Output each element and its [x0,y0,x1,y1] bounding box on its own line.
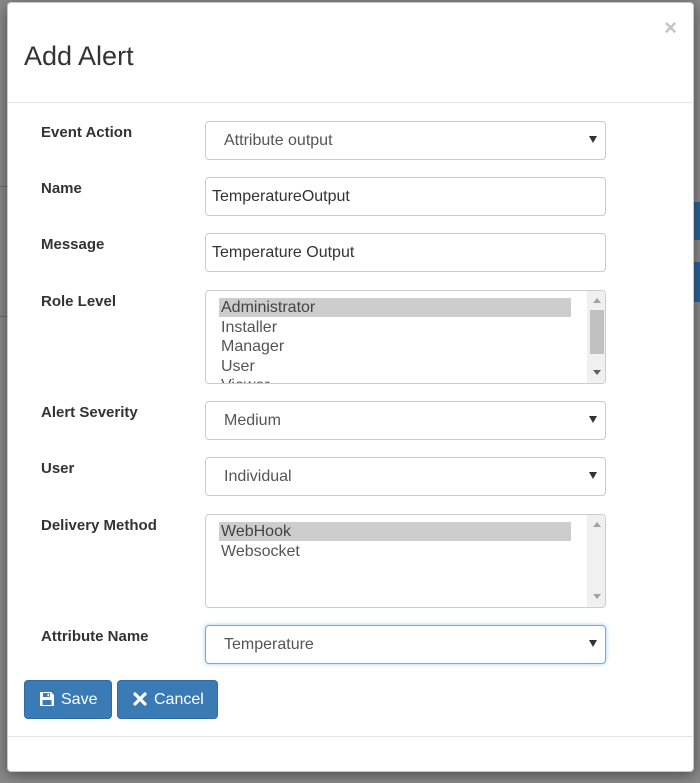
alert-severity-value: Medium [224,412,281,429]
close-icon[interactable]: × [664,17,677,39]
user-select[interactable]: Individual [205,457,606,496]
attribute-name-select[interactable]: Temperature [205,625,606,664]
save-button-label: Save [61,691,98,708]
attribute-name-value: Temperature [224,636,314,653]
delivery-method-scrollbar[interactable] [587,515,605,607]
attribute-name-label: Attribute Name [41,628,149,645]
delivery-method-label: Delivery Method [41,517,157,534]
alert-severity-label: Alert Severity [41,404,138,421]
chevron-down-icon [589,416,597,423]
scroll-up-icon[interactable] [593,522,601,527]
user-label: User [41,460,75,477]
save-button[interactable]: Save [24,680,112,719]
delivery-option-websocket[interactable]: Websocket [219,542,571,561]
floppy-disk-icon [40,692,54,706]
role-option-manager[interactable]: Manager [219,337,571,356]
delivery-method-listbox[interactable]: WebHook Websocket [205,514,606,608]
scroll-thumb[interactable] [590,310,604,354]
role-option-installer[interactable]: Installer [219,318,571,337]
scroll-down-icon[interactable] [593,370,601,375]
x-icon [133,692,147,706]
cancel-button[interactable]: Cancel [117,680,218,719]
event-action-label: Event Action [41,124,133,141]
message-label: Message [41,236,105,253]
chevron-down-icon [589,640,597,647]
modal-footer-divider [8,736,693,737]
scroll-down-icon[interactable] [593,594,601,599]
add-alert-modal: Add Alert × Event Action Attribute outpu… [7,2,694,772]
cancel-button-label: Cancel [154,691,204,708]
modal-title: Add Alert [24,41,134,71]
name-label: Name [41,180,82,197]
event-action-value: Attribute output [224,132,333,149]
alert-severity-select[interactable]: Medium [205,401,606,440]
chevron-down-icon [589,472,597,479]
delivery-option-webhook[interactable]: WebHook [219,522,571,541]
chevron-down-icon [589,136,597,143]
role-option-viewer[interactable]: Viewer [219,376,571,383]
role-option-administrator[interactable]: Administrator [219,298,571,317]
name-input[interactable]: TemperatureOutput [205,177,606,216]
scroll-up-icon[interactable] [593,298,601,303]
message-input[interactable]: Temperature Output [205,233,606,272]
role-option-user[interactable]: User [219,357,571,376]
user-value: Individual [224,468,292,485]
name-value: TemperatureOutput [212,188,350,205]
role-level-label: Role Level [41,293,117,310]
event-action-select[interactable]: Attribute output [205,121,606,160]
role-level-listbox[interactable]: Administrator Installer Manager User Vie… [205,290,606,384]
modal-header: Add Alert × [8,3,693,103]
message-value: Temperature Output [212,244,355,261]
role-level-scrollbar[interactable] [587,291,605,383]
